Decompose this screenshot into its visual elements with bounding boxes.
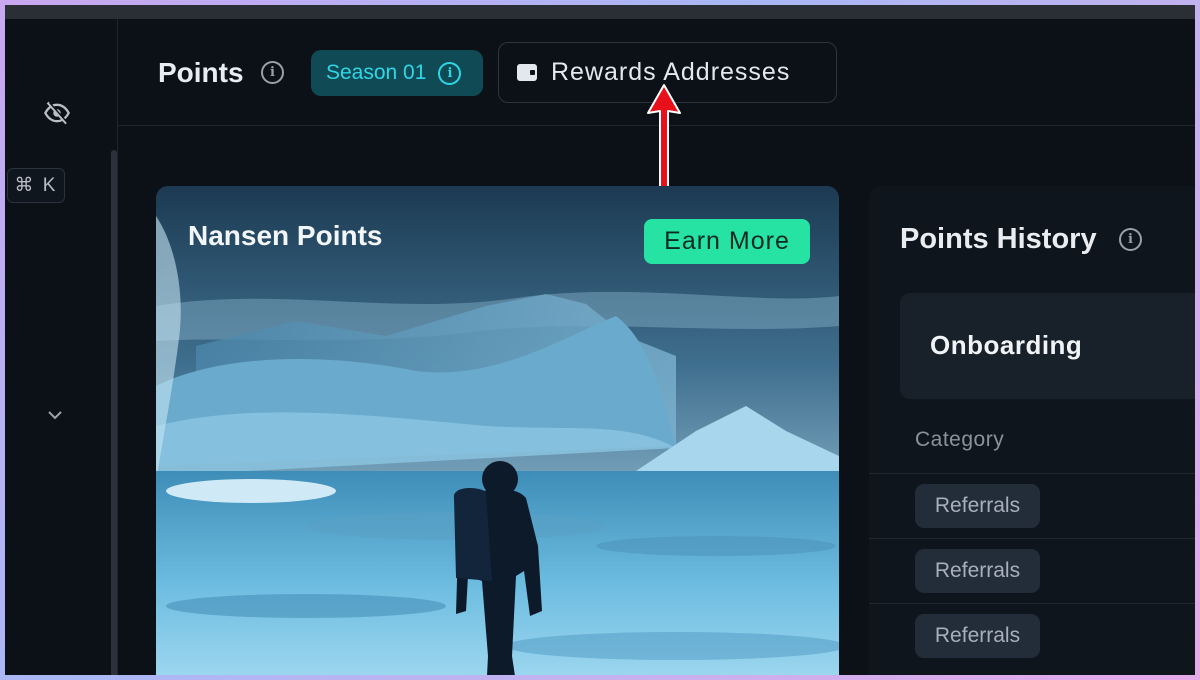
points-history-panel: Points History i Onboarding Category Ref… (869, 186, 1195, 675)
page-title: Points (158, 57, 244, 88)
onboarding-label: Onboarding (930, 330, 1083, 360)
season-info-icon[interactable]: i (438, 61, 462, 85)
category-chip: Referrals (915, 549, 1040, 593)
category-chip: Referrals (915, 484, 1040, 528)
info-icon[interactable]: i (261, 61, 284, 84)
command-k-shortcut[interactable]: ⌘ K (7, 168, 65, 203)
category-chip: Referrals (915, 614, 1040, 658)
eye-slash-icon[interactable] (43, 99, 71, 127)
earn-more-button[interactable]: Earn More (644, 219, 810, 264)
chevron-down-icon[interactable] (45, 405, 65, 425)
table-row: Referrals (869, 603, 1195, 668)
app-window: ⌘ K Points i Season 01 i Rewards Address… (5, 5, 1195, 675)
sidebar-scrollbar[interactable] (111, 150, 117, 675)
nansen-points-card: Nansen Points Earn More (156, 186, 839, 675)
table-row: Referrals (869, 473, 1195, 538)
table-row: Referrals (869, 538, 1195, 603)
tab-onboarding[interactable]: Onboarding (900, 293, 1195, 399)
column-header-category: Category (915, 428, 1005, 451)
info-icon[interactable]: i (1119, 228, 1142, 251)
season-label: Season 01 (326, 61, 427, 84)
panel-title: Points History (900, 223, 1097, 255)
season-badge[interactable]: Season 01 i (311, 50, 483, 96)
wallet-icon (517, 64, 537, 81)
sidebar: ⌘ K (5, 19, 118, 675)
card-title: Nansen Points (188, 220, 383, 251)
